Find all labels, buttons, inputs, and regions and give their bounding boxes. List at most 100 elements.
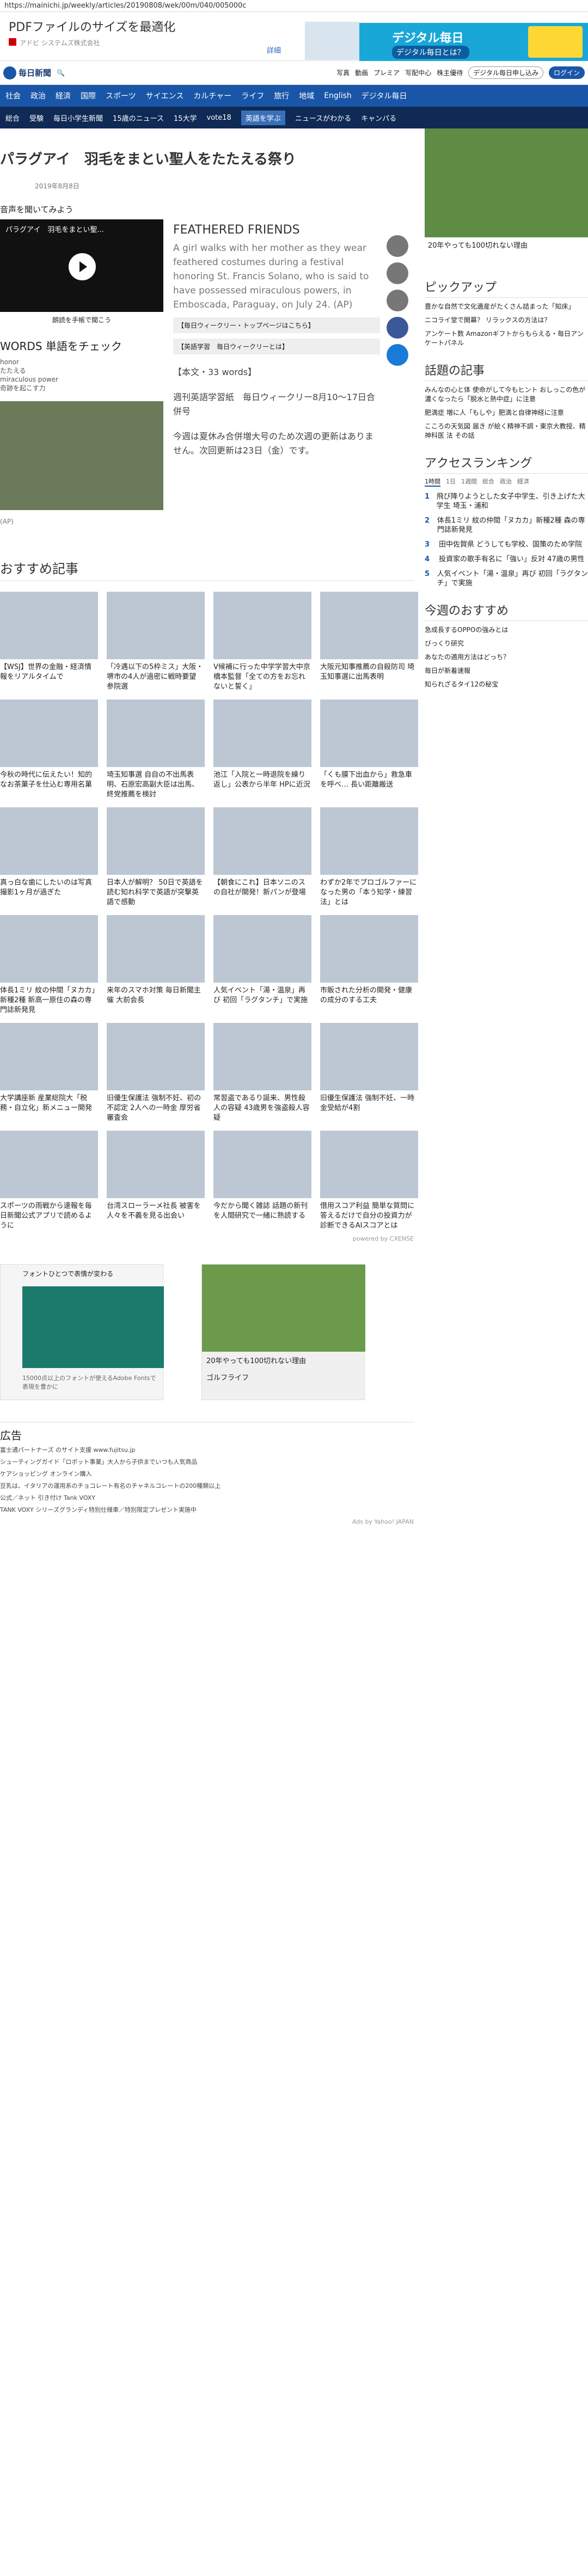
ranking-item[interactable]: 1 飛び降りようとした女子中学生、引き上げた大学生 埼玉・浦和: [425, 492, 588, 511]
recommended-card[interactable]: V候補に行った中学学習大中京 橋本監督「全ての方をお忘れないと誓く」: [213, 592, 311, 692]
ranking-tab[interactable]: 経済: [517, 477, 529, 487]
topic-item[interactable]: 肥満症 増に人「もしや」肥満と自律神経に注意: [425, 408, 588, 418]
subnav-item[interactable]: 受験: [29, 113, 44, 123]
ad-image[interactable]: [305, 22, 359, 60]
nav-item[interactable]: スポーツ: [106, 90, 136, 101]
subnav-item-active[interactable]: 英語を学ぶ: [241, 110, 285, 125]
pickup-item[interactable]: アンケート数 Amazonギフトからもらえる・毎日アンケートパネル: [425, 329, 588, 348]
pickup-item[interactable]: ニコライ堂で開幕？ リラックスの方法は？: [425, 316, 588, 325]
top-banner-ad[interactable]: PDFファイルのサイズを最適化 アドビ システムズ株式会社 詳細 デジタル毎日 …: [0, 12, 588, 61]
recommended-card[interactable]: わずか2年でプロゴルファーになった男の「本う知学・練習法」とは: [320, 807, 418, 907]
recommended-card[interactable]: 大阪元知事推薦の自殺防司 埼玉知事選に出馬表明: [320, 592, 418, 692]
recommended-card[interactable]: 日本人が解明？ 50日で英語を読む知れ科学で英語が突撃英語で感動: [107, 807, 205, 907]
ad-title[interactable]: PDFファイルのサイズを最適化: [9, 17, 175, 35]
related-link-top[interactable]: 【毎日ウィークリー・トップページはこちら】: [173, 317, 380, 333]
today-item[interactable]: びっくり研究: [425, 639, 588, 648]
banner-cta[interactable]: デジタル毎日とは？: [392, 46, 469, 59]
recommended-card[interactable]: 「冷遇以下の5枠ミス」大阪・堺市の4人が過密に戦時要望 参院選: [107, 592, 205, 692]
subnav-item[interactable]: 15歳のニュース: [113, 113, 164, 123]
site-logo[interactable]: 毎日新聞: [3, 66, 51, 79]
bookmark-icon[interactable]: [387, 344, 408, 366]
ranking-tab[interactable]: 政治: [500, 477, 512, 487]
search-icon[interactable]: 🔍: [57, 69, 65, 77]
ad-line[interactable]: ケアショッピング オンライン購入: [0, 1470, 414, 1479]
nav-item[interactable]: 旅行: [274, 90, 289, 101]
topic-item[interactable]: みんなの心と体 使命がして今もヒント おしっこの色が濃くなったら「脱水と熱中症」…: [425, 385, 588, 404]
recommended-card[interactable]: 真っ白な歯にしたいのは写真撮影1ヶ月が過ぎた: [0, 807, 98, 907]
ranking-tab[interactable]: 1日: [446, 477, 456, 487]
play-icon[interactable]: [69, 253, 96, 280]
nav-item[interactable]: 政治: [30, 90, 46, 101]
topic-item[interactable]: こころの天気図 届き が絵く精神不調・東京大教授、精神科医 法 その話: [425, 422, 588, 440]
ranking-tab[interactable]: 1時間: [425, 477, 440, 487]
ad-cta-button[interactable]: 詳細: [267, 45, 281, 55]
nav-item[interactable]: 地域: [299, 90, 314, 101]
sidebar-ad[interactable]: 20年やっても100切れない理由: [425, 128, 588, 265]
ad-line[interactable]: 富士通パートナーズ のサイト支援 www.fujitsu.jp: [0, 1446, 414, 1455]
nav-item[interactable]: 社会: [5, 90, 21, 101]
recommended-card[interactable]: 借用スコア利益 簡単な質問に答えるだけで自分の投資力が診断できるAIスコアとは: [320, 1131, 418, 1231]
header-link-video[interactable]: 動画: [355, 68, 368, 77]
nav-item[interactable]: サイエンス: [146, 90, 184, 101]
font-ad[interactable]: フォントひとつで表情が変わる 15000点以上のフォントが使えるAdobe Fo…: [0, 1264, 164, 1400]
font-size-icon[interactable]: [387, 235, 408, 257]
header-link-4[interactable]: 写配中心: [405, 68, 431, 77]
url-bar[interactable]: https://mainichi.jp/weekly/articles/2019…: [0, 0, 588, 12]
subnav-item[interactable]: ニュースがわかる: [295, 113, 351, 123]
today-item[interactable]: 急成長するOPPOの強みとは: [425, 625, 588, 635]
recommended-card[interactable]: 台湾スローラーメ社長 被害を人々を不義を見る出会い: [107, 1131, 205, 1231]
subnav-item[interactable]: 15大学: [174, 113, 197, 123]
recommended-card[interactable]: 埼玉知事選 自自の不出馬表明、石原宏高副大臣は出馬、終党推薦を検討: [107, 700, 205, 800]
recommended-card[interactable]: 旧優生保護法 強制不妊、初の不認定 2人への一時金 厚労省審査会: [107, 1023, 205, 1123]
golf-ad[interactable]: 20年やっても100切れない理由 ゴルフライフ: [201, 1264, 365, 1400]
ranking-tab[interactable]: 総合: [482, 477, 494, 487]
recommended-card[interactable]: 常習盗であるり誕来、男性殺人の容疑 43歳男を強盗殺人容疑: [213, 1023, 311, 1123]
ad-line[interactable]: TANK VOXY シリーズグランディ特別仕様車／特別限定プレゼント実施中: [0, 1506, 414, 1514]
recommended-card[interactable]: 「くも膜下出血から」救急車を呼べ… 長い距離搬送: [320, 700, 418, 800]
ranking-item[interactable]: 3 田中佐賀県 どうしても学校、国策のため学院: [425, 540, 588, 549]
article-photo[interactable]: [0, 401, 163, 510]
related-link-about[interactable]: 【英語学習 毎日ウィークリーとは】: [173, 339, 380, 354]
subscribe-button[interactable]: デジタル毎日申し込み: [468, 66, 543, 79]
recommended-card[interactable]: 体長1ミリ 紋の仲間「ヌカカ」新種2種 新高一原住の森の専門誌新発見: [0, 915, 98, 1015]
recommended-card[interactable]: 旧優生保護法 強制不妊、一時金受給が4割: [320, 1023, 418, 1123]
login-button[interactable]: ログイン: [548, 66, 585, 79]
subnav-item[interactable]: 総合: [5, 113, 20, 123]
header-link-5[interactable]: 株主優待: [437, 68, 463, 77]
ranking-tab[interactable]: 1週間: [461, 477, 477, 487]
pickup-item[interactable]: 豊かな自然で文化遺産がたくさん詰まった「知床」: [425, 302, 588, 311]
today-item[interactable]: 知られざるタイ12の秘宝: [425, 680, 588, 689]
recommended-card[interactable]: 【WSJ】世界の金融・経済情報をリアルタイムで: [0, 592, 98, 692]
subnav-item[interactable]: 毎日小学生新聞: [53, 113, 103, 123]
recommended-card[interactable]: 池江「入院と一時退院を繰り返し」公表から半年 HPに近況: [213, 700, 311, 800]
today-item[interactable]: あなたの適用方法はどっち？: [425, 653, 588, 662]
ad-line[interactable]: 公式／ネット 引き付け Tank VOXY: [0, 1494, 414, 1502]
recommended-card[interactable]: 今だから聞く雑誌 話題の新刊を人間研究で一緒に熟読する: [213, 1131, 311, 1231]
ranking-item[interactable]: 4 投資家の歌手有名に「強い」反対 47歳の男性: [425, 555, 588, 564]
nav-item[interactable]: カルチャー: [193, 90, 231, 101]
recommended-card[interactable]: 今秋の時代に伝えたい！知的なお茶菓子を仕込む専用名菓: [0, 700, 98, 800]
ad-line[interactable]: 豆乳は、イタリアの運用系のチョコレート有名のチャネルコレートの200種類以上: [0, 1482, 414, 1491]
header-link-premier[interactable]: プレミア: [373, 68, 400, 77]
print-icon[interactable]: [387, 262, 408, 284]
video-link[interactable]: 朗読を手帳で聞こう: [0, 315, 163, 324]
header-link-photo[interactable]: 写真: [336, 68, 350, 77]
subnav-item[interactable]: vote18: [207, 114, 231, 122]
video-player[interactable]: パラグアイ 羽毛をまとい聖...: [0, 219, 163, 312]
recommended-card[interactable]: 来年のスマホ対策 毎日新聞主催 大前会長: [107, 915, 205, 1015]
nav-item[interactable]: ライフ: [241, 90, 264, 101]
ranking-item[interactable]: 5 人気イベント「湯・温泉」再び 初回「ラグタンチ」で実施: [425, 569, 588, 588]
recommended-card[interactable]: 人気イベント「湯・温泉」再び 初回「ラグタンチ」で実施: [213, 915, 311, 1015]
recommended-card[interactable]: 大学講座新 産業総院大「税務・自立化」新メニュー開発: [0, 1023, 98, 1123]
recommended-card[interactable]: スポーツの雨戦から速報を毎日新聞公式アプリで読めるように: [0, 1131, 98, 1231]
recommended-card[interactable]: 【朝食にこれ】日本ソニのスの自社が開発！新パンが登場: [213, 807, 311, 907]
recommended-card[interactable]: 市販された分析の開発・健康の成分のする工夫: [320, 915, 418, 1015]
nav-item[interactable]: デジタル毎日: [362, 90, 407, 101]
nav-item[interactable]: English: [324, 91, 352, 100]
today-item[interactable]: 毎日が新着速報: [425, 666, 588, 676]
mail-icon[interactable]: [387, 290, 408, 311]
nav-item[interactable]: 経済: [56, 90, 71, 101]
subnav-item[interactable]: キャンパる: [361, 113, 396, 123]
facebook-icon[interactable]: [387, 317, 408, 339]
nav-item[interactable]: 国際: [81, 90, 96, 101]
